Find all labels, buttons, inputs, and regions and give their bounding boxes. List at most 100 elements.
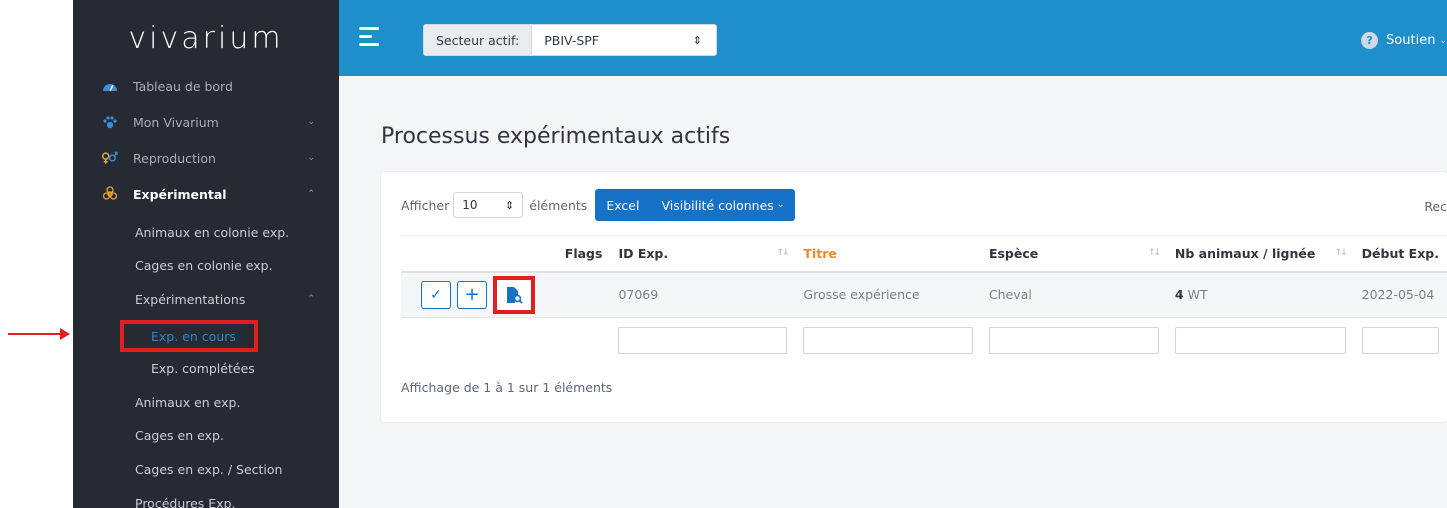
sidebar-item-reproduction[interactable]: Reproduction ⌄ — [73, 144, 339, 172]
sidebar-subitem-procedures[interactable]: Procédures Exp. — [73, 489, 339, 508]
filter-input-nb[interactable] — [1174, 327, 1346, 355]
sector-value: PBIV-SPF — [544, 32, 599, 48]
filter-cell — [1166, 317, 1354, 364]
cell-titre: Grosse expérience — [795, 271, 981, 318]
sidebar-subitem-animaux-colonie[interactable]: Animaux en colonie exp. — [73, 218, 339, 246]
plus-icon[interactable]: + — [457, 280, 487, 309]
cell-id-exp: 07069 — [610, 271, 796, 318]
search-label: Rec — [1424, 199, 1447, 214]
sidebar-subitem-animaux-exp[interactable]: Animaux en exp. — [73, 388, 339, 416]
experiments-card: Afficher 10 ⇕ éléments Excel Visibilité … — [381, 172, 1447, 422]
select-caret-icon: ⇕ — [692, 33, 702, 47]
menu-icon[interactable] — [359, 27, 381, 46]
sector-select[interactable]: PBIV-SPF ⇕ — [532, 25, 716, 55]
annotation-arrow — [8, 328, 70, 340]
chevron-up-icon: ⌃ — [307, 189, 315, 199]
col-titre[interactable]: Titre — [795, 235, 981, 273]
page: vivarium Tableau de bord Mon Vivarium ⌄ … — [0, 0, 1447, 508]
filter-input-espece[interactable] — [988, 327, 1159, 355]
sort-icon: ↑↓ — [1334, 248, 1348, 258]
gender-icon — [101, 151, 118, 165]
col-label: Début Exp. — [1361, 245, 1439, 261]
document-search-icon[interactable] — [493, 275, 535, 314]
filter-row — [401, 317, 1447, 364]
sidebar-item-label: Mon Vivarium — [133, 114, 219, 130]
sidebar-subitem-label: Expérimentations — [135, 291, 246, 307]
sector-selector[interactable]: Secteur actif: PBIV-SPF ⇕ — [423, 24, 717, 56]
table-info: Affichage de 1 à 1 sur 1 éléments — [401, 380, 613, 395]
page-length-value: 10 — [462, 198, 478, 212]
col-flags[interactable]: Flags — [401, 235, 611, 273]
cell-nb-animaux: 4 WT — [1166, 271, 1354, 318]
experiments-table: Flags ID Exp. ↑↓ Titre Espèce ↑↓ Nb animau… — [401, 235, 1447, 364]
sidebar-subitem-label: Exp. complétées — [151, 360, 255, 376]
chevron-down-icon: ⌄ — [307, 117, 315, 127]
page-length-select[interactable]: 10 ⇕ — [453, 192, 524, 218]
column-visibility-label: Visibilité colonnes — [661, 197, 774, 213]
col-debut-exp[interactable]: Début Exp. — [1353, 235, 1447, 273]
question-icon: ? — [1361, 32, 1379, 49]
sidebar-subitem-cages-colonie[interactable]: Cages en colonie exp. — [73, 251, 339, 279]
filter-cell-empty — [401, 317, 611, 364]
sidebar-subitem-label: Animaux en exp. — [135, 394, 241, 410]
row-actions: ✓ + — [401, 271, 611, 318]
col-label: Nb animaux / lignée — [1174, 245, 1316, 261]
sidebar-item-label: Tableau de bord — [133, 78, 233, 94]
filter-input-titre[interactable] — [803, 327, 973, 355]
sector-label: Secteur actif: — [424, 25, 533, 55]
sidebar-item-label: Reproduction — [133, 150, 216, 166]
filter-cell — [1353, 317, 1447, 364]
animal-count: 4 — [1174, 287, 1184, 303]
cell-debut-exp: 2022-05-04 — [1353, 271, 1447, 318]
show-label: Afficher — [401, 197, 450, 213]
sidebar: vivarium Tableau de bord Mon Vivarium ⌄ … — [73, 0, 339, 508]
highlight-box-exp-en-cours — [120, 320, 258, 352]
col-id-exp[interactable]: ID Exp. ↑↓ — [610, 235, 796, 273]
col-label: Titre — [803, 245, 837, 261]
col-label: ID Exp. — [618, 245, 669, 261]
biohazard-icon — [101, 186, 118, 201]
sidebar-subitem-cages-exp[interactable]: Cages en exp. — [73, 421, 339, 449]
sidebar-subitem-label: Cages en exp. / Section — [135, 461, 283, 477]
chevron-up-icon: ⌃ — [307, 294, 315, 304]
sidebar-subitem-label: Procédures Exp. — [135, 495, 236, 508]
chevron-down-icon: ⌄ — [1439, 35, 1447, 46]
sidebar-subitem-label: Cages en exp. — [135, 427, 224, 443]
paw-icon — [101, 115, 118, 129]
col-espece[interactable]: Espèce ↑↓ — [980, 235, 1167, 273]
filter-input-id[interactable] — [618, 327, 788, 355]
main-content: Processus expérimentaux actifs Afficher … — [339, 76, 1447, 508]
sidebar-subitem-label: Animaux en colonie exp. — [135, 224, 290, 240]
sidebar-subitem-exp-completees[interactable]: Exp. complétées — [73, 354, 339, 382]
sort-icon: ↑↓ — [776, 248, 789, 258]
filter-cell — [610, 317, 796, 364]
sidebar-item-experimental[interactable]: Expérimental ⌃ — [73, 180, 339, 208]
filter-cell — [980, 317, 1167, 364]
select-caret-icon: ⇕ — [505, 198, 515, 212]
check-icon[interactable]: ✓ — [421, 280, 451, 309]
column-visibility-button[interactable]: Visibilité colonnes ⌄ — [650, 189, 796, 221]
col-label: Espèce — [988, 245, 1039, 261]
chevron-down-icon: ⌄ — [307, 153, 315, 163]
elements-label: éléments — [529, 197, 588, 213]
filter-cell — [795, 317, 981, 364]
help-label: Soutien — [1386, 33, 1436, 48]
sidebar-subitem-experimentations[interactable]: Expérimentations ⌃ — [73, 285, 339, 313]
excel-button[interactable]: Excel — [595, 189, 651, 221]
table-row[interactable]: ✓ + 07069 Grosse expérience Cheval 4 WT 2… — [401, 271, 1447, 318]
dashboard-icon — [101, 79, 118, 93]
page-title: Processus expérimentaux actifs — [381, 124, 731, 149]
table-controls: Afficher 10 ⇕ éléments Excel Visibilité … — [401, 189, 796, 221]
table-header-row: Flags ID Exp. ↑↓ Titre Espèce ↑↓ Nb animau… — [401, 235, 1447, 273]
col-nb-animaux[interactable]: Nb animaux / lignée ↑↓ — [1166, 235, 1354, 273]
sidebar-subitem-label: Cages en colonie exp. — [135, 257, 273, 273]
topbar: Secteur actif: PBIV-SPF ⇕ ? Soutien ⌄ — [339, 0, 1447, 76]
sidebar-item-mon-vivarium[interactable]: Mon Vivarium ⌄ — [73, 108, 339, 136]
cell-espece: Cheval — [980, 271, 1167, 318]
filter-input-debut[interactable] — [1361, 327, 1439, 355]
help-menu[interactable]: ? Soutien ⌄ — [1361, 32, 1447, 49]
sidebar-item-tableau-de-bord[interactable]: Tableau de bord — [73, 72, 339, 100]
sort-icon: ↑↓ — [1147, 248, 1161, 258]
app-logo[interactable]: vivarium — [73, 0, 339, 76]
sidebar-subitem-cages-section[interactable]: Cages en exp. / Section — [73, 455, 339, 483]
